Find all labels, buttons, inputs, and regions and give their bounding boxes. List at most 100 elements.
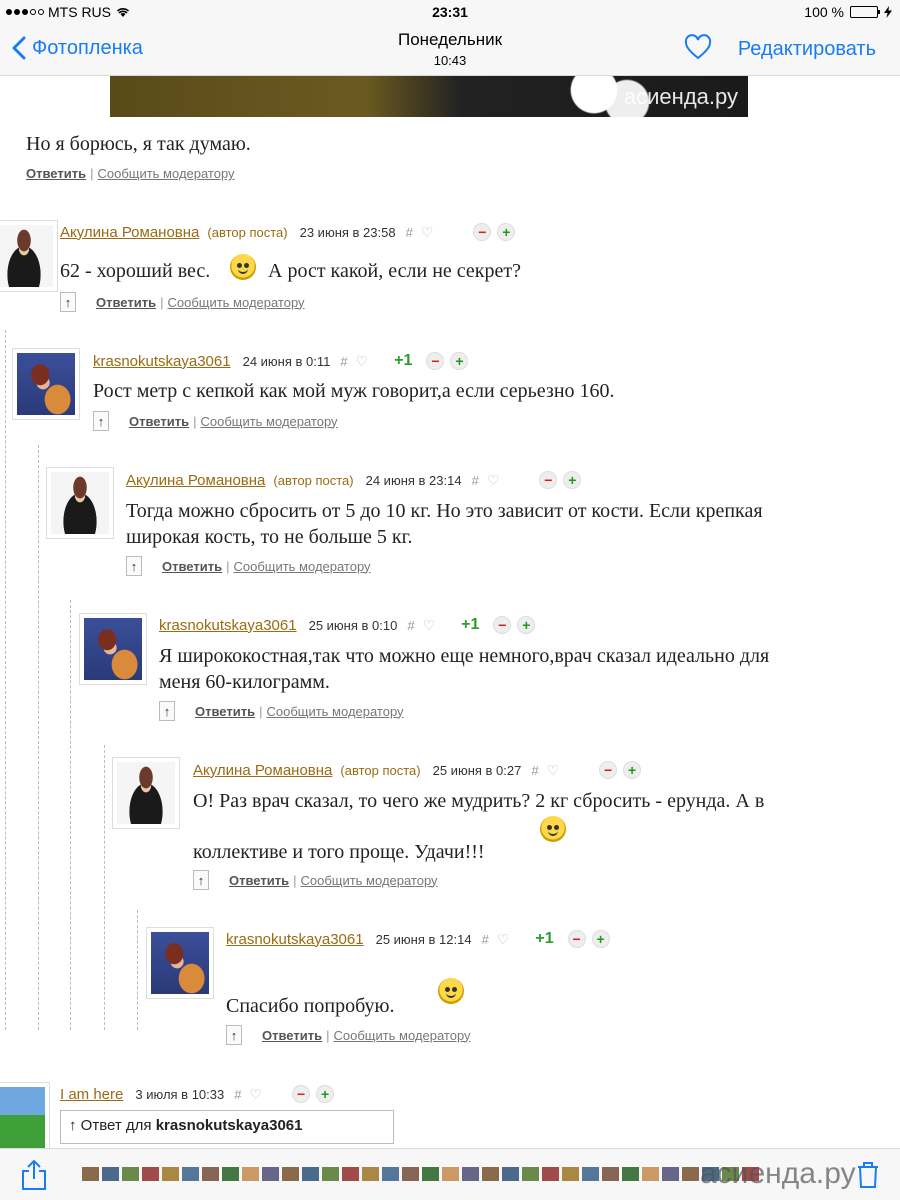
permalink-icon[interactable]: # bbox=[340, 354, 347, 369]
trash-icon[interactable] bbox=[856, 1161, 880, 1189]
like-heart-icon[interactable]: ♡ bbox=[497, 931, 510, 948]
vote-up-button[interactable]: + bbox=[591, 930, 610, 948]
report-link[interactable]: Сообщить модератору bbox=[233, 559, 370, 574]
permalink-icon[interactable]: # bbox=[234, 1087, 241, 1102]
vote-down-button[interactable]: − bbox=[493, 616, 512, 634]
reply-link[interactable]: Ответить bbox=[96, 295, 156, 310]
photo-thumbnail[interactable] bbox=[162, 1167, 179, 1181]
reply-link[interactable]: Ответить bbox=[129, 414, 189, 429]
parent-arrow-icon[interactable]: ↑ bbox=[193, 870, 209, 890]
vote-up-button[interactable]: + bbox=[316, 1085, 335, 1103]
avatar[interactable] bbox=[46, 467, 114, 539]
avatar[interactable] bbox=[0, 1082, 50, 1154]
photo-thumbnail[interactable] bbox=[422, 1167, 439, 1181]
like-heart-icon[interactable]: ♡ bbox=[423, 617, 436, 634]
photo-thumbnail[interactable] bbox=[602, 1167, 619, 1181]
photo-thumbnail[interactable] bbox=[322, 1167, 339, 1181]
vote-up-button[interactable]: + bbox=[623, 761, 642, 779]
author-link[interactable]: krasnokutskaya3061 bbox=[159, 617, 297, 634]
reply-link[interactable]: Ответить bbox=[195, 704, 255, 719]
avatar[interactable] bbox=[146, 927, 214, 999]
photo-thumbnail[interactable] bbox=[582, 1167, 599, 1181]
author-link[interactable]: krasnokutskaya3061 bbox=[226, 931, 364, 948]
photo-thumbnail[interactable] bbox=[682, 1167, 699, 1181]
photo-thumbnail[interactable] bbox=[662, 1167, 679, 1181]
photo-thumbnail[interactable] bbox=[362, 1167, 379, 1181]
photo-thumbnail[interactable] bbox=[542, 1167, 559, 1181]
photo-thumbnail[interactable] bbox=[402, 1167, 419, 1181]
avatar[interactable] bbox=[112, 757, 180, 829]
vote-up-button[interactable]: + bbox=[517, 616, 536, 634]
vote-down-button[interactable]: − bbox=[567, 930, 586, 948]
photo-thumbnail[interactable] bbox=[182, 1167, 199, 1181]
like-heart-icon[interactable]: ♡ bbox=[487, 472, 500, 489]
vote-down-button[interactable]: − bbox=[539, 471, 558, 489]
reply-link[interactable]: Ответить bbox=[26, 166, 86, 181]
photo-thumbnail[interactable] bbox=[262, 1167, 279, 1181]
photo-thumbnail-strip[interactable] bbox=[82, 1167, 759, 1181]
parent-arrow-icon[interactable]: ↑ bbox=[126, 556, 142, 576]
author-link[interactable]: Акулина Романовна bbox=[60, 224, 199, 241]
vote-down-button[interactable]: − bbox=[599, 761, 618, 779]
permalink-icon[interactable]: # bbox=[407, 618, 414, 633]
reply-to-box[interactable]: ↑ Ответ для krasnokutskaya3061 bbox=[60, 1110, 394, 1144]
author-link[interactable]: Акулина Романовна bbox=[126, 472, 265, 489]
report-link[interactable]: Сообщить модератору bbox=[300, 873, 437, 888]
parent-arrow-icon[interactable]: ↑ bbox=[93, 411, 109, 431]
reply-link[interactable]: Ответить bbox=[229, 873, 289, 888]
photo-thumbnail[interactable] bbox=[122, 1167, 139, 1181]
avatar[interactable] bbox=[0, 220, 58, 292]
like-heart-icon[interactable]: ♡ bbox=[547, 762, 560, 779]
photo-thumbnail[interactable] bbox=[382, 1167, 399, 1181]
photo-thumbnail[interactable] bbox=[282, 1167, 299, 1181]
photo-thumbnail[interactable] bbox=[522, 1167, 539, 1181]
vote-up-button[interactable]: + bbox=[563, 471, 582, 489]
vote-up-button[interactable]: + bbox=[497, 223, 516, 241]
permalink-icon[interactable]: # bbox=[531, 763, 538, 778]
reply-link[interactable]: Ответить bbox=[262, 1028, 322, 1043]
photo-thumbnail[interactable] bbox=[622, 1167, 639, 1181]
author-link[interactable]: I am here bbox=[60, 1086, 123, 1103]
parent-arrow-icon[interactable]: ↑ bbox=[60, 292, 76, 312]
permalink-icon[interactable]: # bbox=[406, 225, 413, 240]
photo-thumbnail[interactable] bbox=[442, 1167, 459, 1181]
photo-thumbnail[interactable] bbox=[82, 1167, 99, 1181]
photo-thumbnail[interactable] bbox=[242, 1167, 259, 1181]
report-link[interactable]: Сообщить модератору bbox=[167, 295, 304, 310]
like-heart-icon[interactable]: ♡ bbox=[356, 353, 369, 370]
favorite-heart-icon[interactable] bbox=[684, 34, 712, 62]
photo-thumbnail[interactable] bbox=[222, 1167, 239, 1181]
report-link[interactable]: Сообщить модератору bbox=[333, 1028, 470, 1043]
photo-thumbnail[interactable] bbox=[202, 1167, 219, 1181]
vote-down-button[interactable]: − bbox=[292, 1085, 311, 1103]
vote-down-button[interactable]: − bbox=[426, 352, 445, 370]
author-link[interactable]: Акулина Романовна bbox=[193, 762, 332, 779]
like-heart-icon[interactable]: ♡ bbox=[421, 224, 434, 241]
photo-thumbnail[interactable] bbox=[102, 1167, 119, 1181]
avatar[interactable] bbox=[79, 613, 147, 685]
share-icon[interactable] bbox=[20, 1159, 48, 1191]
report-link[interactable]: Сообщить модератору bbox=[266, 704, 403, 719]
avatar[interactable] bbox=[12, 348, 80, 420]
edit-button[interactable]: Редактировать bbox=[738, 38, 876, 61]
photo-thumbnail[interactable] bbox=[342, 1167, 359, 1181]
photo-thumbnail[interactable] bbox=[482, 1167, 499, 1181]
permalink-icon[interactable]: # bbox=[472, 473, 479, 488]
permalink-icon[interactable]: # bbox=[482, 932, 489, 947]
photo-thumbnail[interactable] bbox=[302, 1167, 319, 1181]
author-link[interactable]: krasnokutskaya3061 bbox=[93, 353, 231, 370]
photo-thumbnail[interactable] bbox=[562, 1167, 579, 1181]
report-link[interactable]: Сообщить модератору bbox=[200, 414, 337, 429]
report-link[interactable]: Сообщить модератору bbox=[97, 166, 234, 181]
photo-thumbnail[interactable] bbox=[142, 1167, 159, 1181]
vote-down-button[interactable]: − bbox=[473, 223, 492, 241]
vote-up-button[interactable]: + bbox=[450, 352, 469, 370]
parent-arrow-icon[interactable]: ↑ bbox=[159, 701, 175, 721]
photo-thumbnail[interactable] bbox=[502, 1167, 519, 1181]
reply-link[interactable]: Ответить bbox=[162, 559, 222, 574]
photo-thumbnail[interactable] bbox=[642, 1167, 659, 1181]
like-heart-icon[interactable]: ♡ bbox=[249, 1086, 262, 1103]
photo-thumbnail[interactable] bbox=[462, 1167, 479, 1181]
status-time: 23:31 bbox=[432, 4, 468, 20]
parent-arrow-icon[interactable]: ↑ bbox=[226, 1025, 242, 1045]
